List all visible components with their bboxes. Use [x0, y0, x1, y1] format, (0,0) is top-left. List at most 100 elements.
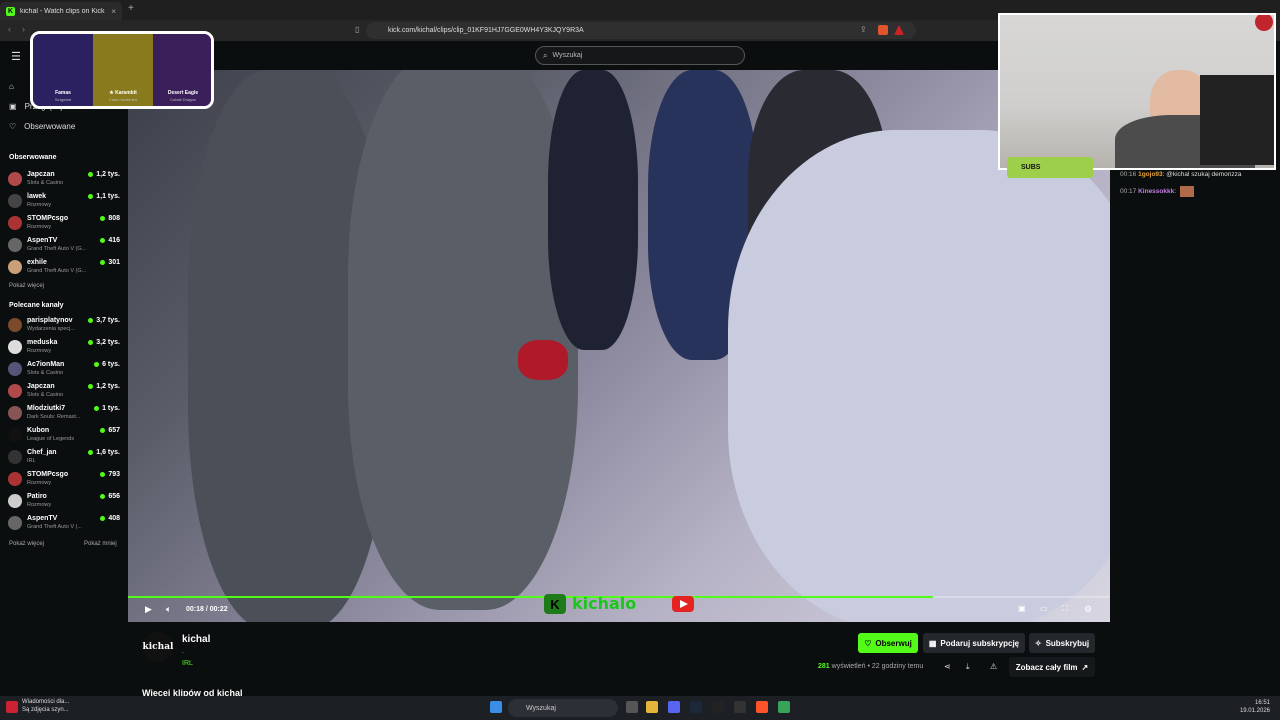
sidebar-channel[interactable]: Japczan Slots & Casino 1,2 tys.	[8, 170, 120, 191]
channel-avatar[interactable]: kichal	[143, 632, 173, 662]
share-icon[interactable]: ⇪	[860, 25, 867, 34]
streamer-chair	[1200, 75, 1274, 165]
brave-icon[interactable]	[756, 701, 768, 713]
viewer-count-value: 1 tys.	[102, 405, 120, 412]
kick-favicon-icon: K	[6, 6, 15, 16]
settings-icon[interactable]: ⚙	[1084, 604, 1092, 615]
live-dot-icon	[100, 472, 106, 477]
channel-category: Grand Theft Auto V (G...	[27, 246, 87, 252]
channel-avatar	[8, 216, 22, 230]
play-icon[interactable]: ▶	[145, 604, 152, 615]
sidebar-channel[interactable]: Chef_jan IRL 1,6 tys.	[8, 448, 120, 469]
viewer-count-value: 6 tys.	[102, 361, 120, 368]
channel-category: Slots & Casino	[27, 392, 64, 398]
sidebar-channel[interactable]: Kubon League of Legends 657	[8, 426, 120, 447]
sidebar-channel[interactable]: meduska Rozmowy 3,2 tys.	[8, 338, 120, 359]
app-icon[interactable]	[712, 701, 724, 713]
recommended-show-less[interactable]: Pokaż mniej	[84, 541, 117, 547]
sidebar-channel[interactable]: Japczan Slots & Casino 1,2 tys.	[8, 382, 120, 403]
channel-name[interactable]: kichal	[182, 634, 210, 645]
webcam-overlay	[998, 13, 1276, 170]
viewer-count: 1,6 tys.	[88, 449, 120, 456]
live-dot-icon	[100, 516, 106, 521]
channel-category: Rozmowy	[27, 202, 52, 208]
steam-icon[interactable]	[690, 701, 702, 713]
viewer-count-value: 1,1 tys.	[96, 193, 120, 200]
channel-category[interactable]: IRL	[182, 660, 193, 667]
logo-text: kichalo	[572, 594, 637, 613]
download-icon[interactable]: ⤓	[966, 662, 970, 672]
pip-icon[interactable]: ▣	[1018, 604, 1026, 613]
followed-show-more[interactable]: Pokaż więcej	[9, 283, 44, 289]
discord-icon[interactable]	[668, 701, 680, 713]
gift-label: Podaruj subskrypcję	[940, 638, 1020, 648]
skin-sub: Case Hardened	[108, 97, 138, 102]
recommended-show-more[interactable]: Pokaż więcej	[9, 541, 44, 547]
channel-category: Rozmowy	[27, 480, 52, 486]
app-icon[interactable]	[778, 701, 790, 713]
brave-shield-icon[interactable]	[878, 25, 888, 35]
nav-following-label: Obserwowane	[24, 122, 76, 131]
news-widget[interactable]: Wiadomości dla... Są zdjęcia szyn...	[6, 698, 69, 714]
channel-avatar	[8, 238, 22, 252]
channel-avatar	[8, 362, 22, 376]
forward-icon[interactable]: ›	[22, 24, 25, 34]
tab-close-icon[interactable]: ×	[111, 7, 116, 16]
taskbar-search-label: Wyszukaj	[526, 704, 556, 712]
follow-button[interactable]: ♡ Obserwuj	[858, 633, 918, 653]
sidebar-channel[interactable]: lawek Rozmowy 1,1 tys.	[8, 192, 120, 213]
channel-avatar	[8, 384, 22, 398]
file-explorer-icon[interactable]	[646, 701, 658, 713]
nav-home[interactable]: ⌂	[9, 82, 14, 91]
system-clock[interactable]: 16:51 19.01.2026	[1240, 699, 1270, 715]
viewer-count-value: 656	[108, 493, 120, 500]
report-icon[interactable]: ⚠	[990, 662, 997, 671]
chat-user[interactable]: Kinessokkk	[1138, 188, 1174, 195]
new-tab-button[interactable]: +	[128, 3, 134, 14]
viewer-count: 3,7 tys.	[88, 317, 120, 324]
channel-avatar	[8, 494, 22, 508]
theater-icon[interactable]: ▭	[1040, 604, 1048, 613]
volume-icon[interactable]: 🔈︎	[166, 604, 171, 615]
channel-name: AspenTV	[27, 515, 58, 522]
viewer-count: 3,2 tys.	[88, 339, 120, 346]
chat-user[interactable]: 1gojo93	[1138, 171, 1163, 178]
sidebar-channel[interactable]: Ac7ionMan Slots & Casino 6 tys.	[8, 360, 120, 381]
live-dot-icon	[88, 450, 94, 455]
sidebar-channel[interactable]: parisplatynov Wydarzenia specj... 3,7 tys.	[8, 316, 120, 337]
viewer-count: 1 tys.	[94, 405, 120, 412]
viewer-count-value: 3,7 tys.	[96, 317, 120, 324]
sidebar-channel[interactable]: AspenTV Grand Theft Auto V (G... 416	[8, 236, 120, 257]
nav-following[interactable]: ♡ Obserwowane	[9, 122, 75, 131]
channel-name: meduska	[27, 339, 58, 346]
sidebar-channel[interactable]: STOMPcsgo Rozmowy 793	[8, 470, 120, 491]
sidebar-channel[interactable]: Mlodziutki7 Dark Souls: Remast... 1 tys.	[8, 404, 120, 425]
channel-name: STOMPcsgo	[27, 471, 69, 478]
chat-message: 00:16 1gojo93: @kichal szukaj demonzza	[1120, 171, 1242, 178]
sidebar-channel[interactable]: exhile Grand Theft Auto V (G... 301	[8, 258, 120, 279]
channel-name: STOMPcsgo	[27, 215, 69, 222]
gift-sub-button[interactable]: ▦ Podaruj subskrypcję	[923, 633, 1025, 653]
channel-avatar	[8, 406, 22, 420]
taskbar-search[interactable]: Wyszukaj	[508, 699, 618, 717]
search-input[interactable]: ⌕ Wyszukaj	[535, 46, 745, 65]
app-icon[interactable]	[734, 701, 746, 713]
hamburger-menu-icon[interactable]: ☰	[11, 50, 21, 63]
browser-tab[interactable]: K kichal - Watch clips on Kick ×	[0, 2, 122, 20]
sidebar-channel[interactable]: Patiro Rozmowy 656	[8, 492, 120, 513]
bookmark-icon[interactable]: ▯	[355, 25, 359, 34]
start-icon[interactable]	[490, 701, 502, 713]
followed-section-title: Obserwowane	[9, 154, 57, 161]
subscribe-button[interactable]: ✧ Subskrybuj	[1029, 633, 1095, 653]
watch-full-button[interactable]: Zobacz cały film ↗	[1009, 657, 1095, 677]
task-view-icon[interactable]	[626, 701, 638, 713]
fullscreen-icon[interactable]: ⛶	[1062, 604, 1068, 614]
channel-name: Patiro	[27, 493, 47, 500]
sidebar-channel[interactable]: AspenTV Grand Theft Auto V (... 408	[8, 514, 120, 535]
url-field[interactable]: kick.com/kichal/clips/clip_01KF91HJ7GGE0…	[366, 22, 916, 39]
sidebar-channel[interactable]: STOMPcsgo Rozmowy 808	[8, 214, 120, 235]
live-dot-icon	[94, 406, 100, 411]
share-icon[interactable]: ⋖	[944, 662, 951, 671]
back-icon[interactable]: ‹	[8, 24, 11, 34]
video-player[interactable]	[128, 70, 1110, 622]
